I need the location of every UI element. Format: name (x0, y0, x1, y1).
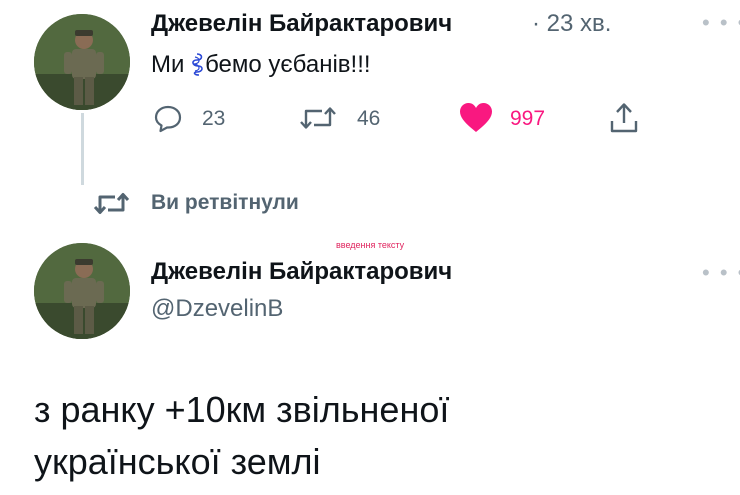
censor-scribble-icon (191, 52, 205, 76)
avatar[interactable] (34, 14, 130, 110)
tweet-text-line-2: української землі (34, 441, 321, 482)
like-count: 997 (510, 107, 546, 130)
share-icon[interactable] (607, 101, 641, 135)
tweet-text-start: Ми (151, 51, 192, 78)
reply-count: 23 (202, 107, 226, 130)
retweet-icon[interactable] (298, 103, 338, 133)
tweet-text-end: бемо уєбанів!!! (205, 51, 371, 78)
retweeted-author-name[interactable]: Джевелін Байрактарович (151, 258, 452, 286)
edit-annotation: введення тексту (336, 240, 405, 250)
retweet-banner-label[interactable]: Ви ретвітнули (151, 191, 299, 215)
like-heart-icon[interactable] (458, 101, 494, 135)
retweet-count: 46 (357, 107, 381, 130)
more-options-icon[interactable]: • • • (702, 260, 740, 286)
author-name[interactable]: Джевелін Байрактарович (151, 10, 452, 38)
tweet-text: Ми бемо уєбанів!!! (151, 51, 371, 79)
tweet-time[interactable]: · 23 хв. (532, 10, 611, 38)
avatar[interactable] (34, 243, 130, 339)
retweeted-icon (92, 190, 132, 218)
reply-icon[interactable] (153, 103, 183, 133)
thread-connector-line (81, 113, 84, 185)
tweet-text-line-1: з ранку +10км звільненої (34, 389, 450, 430)
retweeted-tweet-text: з ранку +10км звільненої української зем… (34, 384, 449, 488)
more-options-icon[interactable]: • • • (702, 10, 740, 36)
retweeted-author-handle[interactable]: @DzevelinB (151, 295, 283, 323)
